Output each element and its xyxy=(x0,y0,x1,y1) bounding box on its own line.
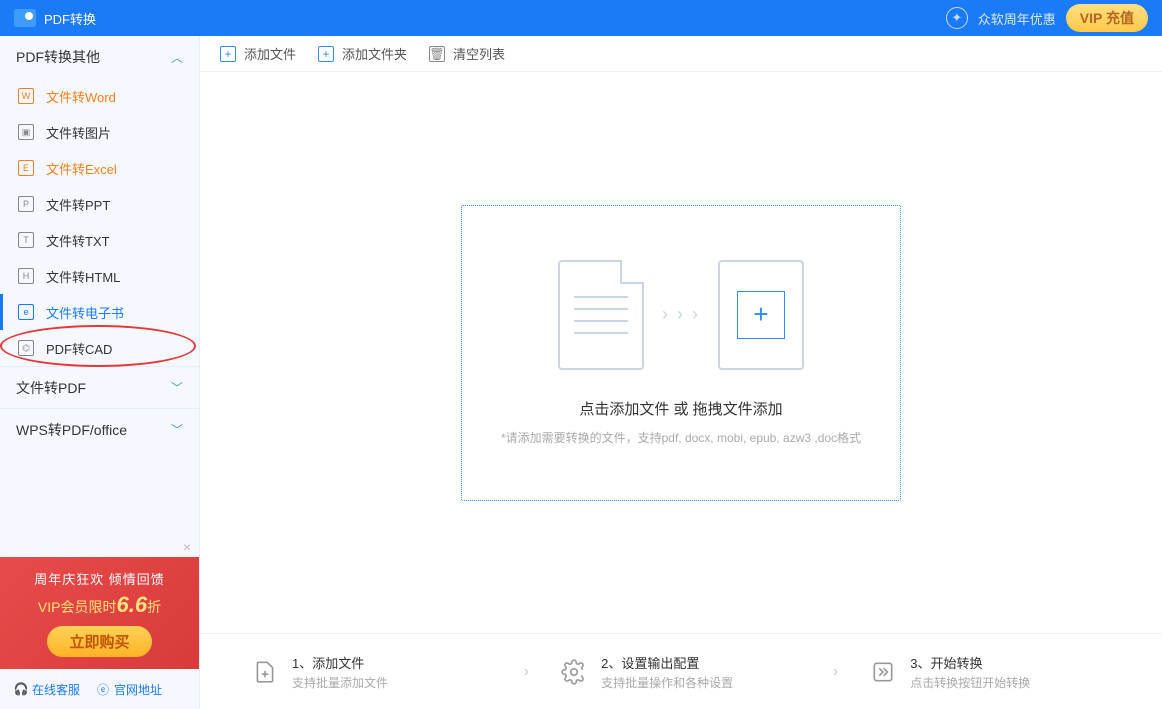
convert-step-icon xyxy=(868,657,898,687)
sidebar-item-label: 文件转TXT xyxy=(46,231,110,250)
step-desc: 支持批量添加文件 xyxy=(292,674,388,691)
sidebar-item-image[interactable]: ▣ 文件转图片 xyxy=(0,114,199,150)
promo-banner: 周年庆狂欢 倾情回馈 VIP会员限时6.6折 立即购买 xyxy=(0,557,199,669)
chevron-right-icon: › xyxy=(524,663,529,681)
step-title: 3、开始转换 xyxy=(910,653,1030,672)
file-html-icon: H xyxy=(18,268,34,284)
chevron-down-icon: ﹀ xyxy=(171,421,183,438)
trash-icon: 🗑 xyxy=(429,46,445,62)
step-3: 3、开始转换点击转换按钮开始转换 xyxy=(868,653,1112,691)
group-label: PDF转换其他 xyxy=(16,47,100,67)
file-txt-icon: T xyxy=(18,232,34,248)
app-name: PDF转换 xyxy=(44,9,96,28)
chevron-up-icon: ︿ xyxy=(171,49,183,66)
sidebar-item-html[interactable]: H 文件转HTML xyxy=(0,258,199,294)
official-site-link[interactable]: ⓔ官网地址 xyxy=(96,681,162,698)
sidebar-item-label: 文件转PPT xyxy=(46,195,110,214)
online-support-link[interactable]: 🎧在线客服 xyxy=(14,681,80,698)
sidebar-item-label: 文件转HTML xyxy=(46,267,120,286)
group-label: 文件转PDF xyxy=(16,378,86,398)
file-word-icon: W xyxy=(18,88,34,104)
sidebar-group-wps[interactable]: WPS转PDF/office ﹀ xyxy=(0,408,199,450)
promo-buy-button[interactable]: 立即购买 xyxy=(47,626,151,657)
sidebar-item-label: 文件转电子书 xyxy=(46,303,124,322)
sidebar-footer: 🎧在线客服 ⓔ官网地址 xyxy=(0,669,199,709)
plus-folder-icon: + xyxy=(318,46,334,62)
sidebar-item-ebook[interactable]: e 文件转电子书 xyxy=(0,294,199,330)
file-image-icon: ▣ xyxy=(18,124,34,140)
sidebar-item-label: 文件转图片 xyxy=(46,123,111,142)
workarea: › › › + 点击添加文件 或 拖拽文件添加 *请添加需要转换的文件，支持pd… xyxy=(200,72,1162,633)
sidebar-item-cad[interactable]: ⌬ PDF转CAD xyxy=(0,330,199,366)
headset-icon: 🎧 xyxy=(14,682,28,696)
sidebar-item-label: 文件转Excel xyxy=(46,159,117,178)
dropzone-graphic: › › › + xyxy=(558,260,804,370)
sidebar: PDF转换其他 ︿ W 文件转Word ▣ 文件转图片 E 文件转Excel P 文件转… xyxy=(0,36,200,709)
file-cad-icon: ⌬ xyxy=(18,340,34,356)
file-ppt-icon: P xyxy=(18,196,34,212)
document-icon xyxy=(558,260,644,370)
file-excel-icon: E xyxy=(18,160,34,176)
app-logo-icon xyxy=(14,9,36,27)
sidebar-item-label: PDF转CAD xyxy=(46,339,112,358)
title-bar: PDF转换 ✦ 众软周年优惠 VIP 充值 xyxy=(0,0,1162,36)
sidebar-group-to-pdf[interactable]: 文件转PDF ﹀ xyxy=(0,366,199,408)
promo-close-button[interactable]: × xyxy=(0,537,199,557)
group-label: WPS转PDF/office xyxy=(16,420,127,440)
main-panel: PDF转换 PDF操作 文字识别 CAD转换 图片转换 特色转换▾ + 添加文件… xyxy=(200,36,1162,709)
steps-bar: 1、添加文件支持批量添加文件 › 2、设置输出配置支持批量操作和各种设置 › 3… xyxy=(200,633,1162,709)
step-title: 1、添加文件 xyxy=(292,653,388,672)
sidebar-item-word[interactable]: W 文件转Word xyxy=(0,78,199,114)
sidebar-item-ppt[interactable]: P 文件转PPT xyxy=(0,186,199,222)
target-box-icon: + xyxy=(718,260,804,370)
arrows-icon: › › › xyxy=(662,304,700,325)
dropzone-title: 点击添加文件 或 拖拽文件添加 xyxy=(579,398,782,419)
gear-step-icon xyxy=(559,657,589,687)
step-title: 2、设置输出配置 xyxy=(601,653,733,672)
sidebar-group-pdf-to-other[interactable]: PDF转换其他 ︿ xyxy=(0,36,199,78)
anniversary-text: 众软周年优惠 xyxy=(978,9,1056,28)
toolbar: + 添加文件 + 添加文件夹 🗑 清空列表 xyxy=(200,36,1162,72)
add-file-button[interactable]: + 添加文件 xyxy=(220,44,296,63)
add-folder-button[interactable]: + 添加文件夹 xyxy=(318,44,407,63)
sidebar-item-label: 文件转Word xyxy=(46,87,116,106)
sidebar-item-excel[interactable]: E 文件转Excel xyxy=(0,150,199,186)
globe-icon: ⓔ xyxy=(96,682,110,696)
add-file-step-icon xyxy=(250,657,280,687)
dropzone-subtitle: *请添加需要转换的文件，支持pdf, docx, mobi, epub, azw… xyxy=(501,429,861,446)
chevron-right-icon: › xyxy=(833,663,838,681)
anniversary-icon: ✦ xyxy=(946,7,968,29)
sidebar-item-txt[interactable]: T 文件转TXT xyxy=(0,222,199,258)
chevron-down-icon: ﹀ xyxy=(171,379,183,396)
plus-icon: + xyxy=(737,291,785,339)
vip-recharge-button[interactable]: VIP 充值 xyxy=(1066,4,1148,32)
step-1: 1、添加文件支持批量添加文件 xyxy=(250,653,494,691)
plus-file-icon: + xyxy=(220,46,236,62)
dropzone[interactable]: › › › + 点击添加文件 或 拖拽文件添加 *请添加需要转换的文件，支持pd… xyxy=(461,205,901,501)
step-desc: 支持批量操作和各种设置 xyxy=(601,674,733,691)
step-desc: 点击转换按钮开始转换 xyxy=(910,674,1030,691)
promo-subhead: VIP会员限时6.6折 xyxy=(0,592,199,618)
clear-list-button[interactable]: 🗑 清空列表 xyxy=(429,44,505,63)
file-ebook-icon: e xyxy=(18,304,34,320)
promo-headline: 周年庆狂欢 倾情回馈 xyxy=(0,569,199,588)
step-2: 2、设置输出配置支持批量操作和各种设置 xyxy=(559,653,803,691)
